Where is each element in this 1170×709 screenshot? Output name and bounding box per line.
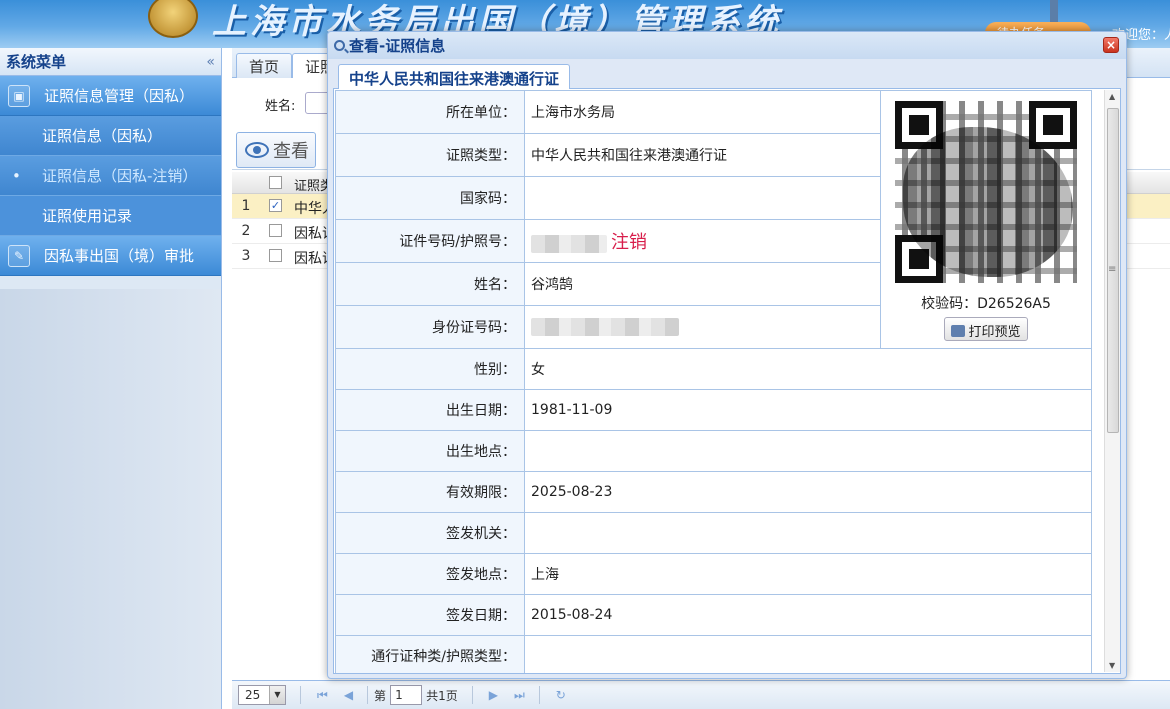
- field-value: 上海: [524, 553, 1092, 595]
- refresh-icon[interactable]: ↻: [556, 688, 566, 702]
- page-prefix: 第: [374, 688, 387, 703]
- qr-panel: 校验码：D26526A5 打印预览: [880, 90, 1092, 349]
- qr-code: [895, 101, 1077, 283]
- scroll-up-icon[interactable]: ▲: [1109, 92, 1115, 101]
- page-input[interactable]: 1: [390, 685, 423, 705]
- field-value: 1981-11-09: [524, 389, 1092, 431]
- field-label: 通行证种类/护照类型：: [335, 635, 525, 673]
- row-number: 2: [241, 223, 251, 239]
- view-button-label: 查看: [273, 141, 309, 162]
- print-preview-button[interactable]: 打印预览: [944, 317, 1028, 341]
- divider: [367, 686, 369, 704]
- image-icon: ▣: [8, 84, 30, 107]
- tab-home[interactable]: 首页: [236, 53, 293, 78]
- sidebar: 系统菜单 « ▣ 证照信息管理（因私） 证照信息（因私） 证照信息（因私-注销）…: [0, 48, 222, 709]
- field-label: 有效期限：: [335, 471, 525, 513]
- first-page-icon[interactable]: ⏮: [317, 688, 328, 703]
- field-label: 姓名：: [335, 262, 525, 306]
- menu-group-passport-info[interactable]: ▣ 证照信息管理（因私）: [0, 76, 221, 116]
- row-number: 1: [241, 198, 251, 214]
- prev-page-icon[interactable]: ◀: [344, 688, 353, 702]
- edit-icon: ✎: [8, 244, 30, 267]
- row-number: 3: [241, 248, 251, 264]
- scroll-down-icon[interactable]: ▼: [1109, 661, 1115, 670]
- field-label: 国家码：: [335, 176, 525, 220]
- menu-item-passport-cancelled[interactable]: 证照信息（因私-注销）: [0, 156, 221, 196]
- menu-item-passport-info[interactable]: 证照信息（因私）: [0, 116, 221, 156]
- menu-group-label: 证照信息管理（因私）: [44, 87, 195, 105]
- select-all-checkbox[interactable]: [269, 176, 282, 189]
- eye-icon: [245, 142, 269, 158]
- field-value: [524, 430, 1092, 472]
- name-label: 姓名:: [265, 99, 296, 114]
- menu-item-label: 证照信息（因私-注销）: [42, 167, 198, 185]
- field-value: 上海市水务局: [524, 90, 881, 134]
- check-code: 校验码：D26526A5: [921, 296, 1051, 312]
- sidebar-header: 系统菜单 «: [0, 48, 221, 76]
- field-label: 所在单位：: [335, 90, 525, 134]
- page-total: 共1页: [426, 688, 458, 703]
- double-chevron-left-icon[interactable]: «: [206, 54, 215, 70]
- dialog-body: 所在单位： 上海市水务局 校验码：D26526A5 打印预览 证照类型： 中华人…: [333, 89, 1121, 674]
- field-label: 证件号码/护照号：: [335, 219, 525, 263]
- close-icon[interactable]: ×: [1103, 37, 1119, 53]
- field-label: 出生日期：: [335, 389, 525, 431]
- field-value: [524, 176, 881, 220]
- field-label: 签发机关：: [335, 512, 525, 554]
- sidebar-empty-area: [0, 289, 221, 709]
- row-checkbox[interactable]: [269, 249, 282, 262]
- id-number-value: [524, 305, 881, 349]
- field-value: 2025-08-23: [524, 471, 1092, 513]
- page-size-select[interactable]: 25 ▼: [238, 685, 286, 705]
- dialog-titlebar: 查看-证照信息: [328, 32, 1126, 59]
- field-value: [524, 635, 1092, 673]
- print-preview-label: 打印预览: [968, 325, 1021, 340]
- field-value: 2015-08-24: [524, 594, 1092, 636]
- row-checkbox[interactable]: ✓: [269, 199, 282, 212]
- field-label: 证照类型：: [335, 133, 525, 177]
- field-value: 谷鸿鹄: [524, 262, 881, 306]
- field-label: 签发日期：: [335, 594, 525, 636]
- redacted-value: [531, 235, 607, 253]
- passport-number-value: 注销: [524, 219, 881, 263]
- cancelled-status: 注销: [611, 232, 647, 253]
- redacted-value: [531, 318, 679, 336]
- field-label: 出生地点：: [335, 430, 525, 472]
- menu-item-label: 证照使用记录: [42, 207, 133, 225]
- emblem-logo: [148, 0, 198, 38]
- menu-group-label: 因私事出国（境）审批: [44, 247, 195, 265]
- menu-group-travel-approval[interactable]: ✎ 因私事出国（境）审批: [0, 236, 221, 276]
- dialog-scrollbar[interactable]: ▲ ≡ ▼: [1104, 90, 1120, 672]
- view-button[interactable]: 查看: [236, 132, 316, 168]
- sidebar-title: 系统菜单: [6, 53, 67, 71]
- dialog-tab-bar: 中华人民共和国往来港澳通行证: [333, 61, 1121, 90]
- field-label: 性别：: [335, 348, 525, 390]
- row-checkbox[interactable]: [269, 224, 282, 237]
- search-icon: [334, 40, 345, 51]
- grip-icon: ≡: [1108, 264, 1117, 275]
- field-value: 女: [524, 348, 1092, 390]
- divider: [471, 686, 473, 704]
- field-value: [524, 512, 1092, 554]
- divider: [300, 686, 301, 704]
- next-page-icon[interactable]: ▶: [489, 688, 498, 702]
- pagination-bar: 25 ▼ ⏮ ◀ 第 1 共1页 ▶ ⏭ ↻: [232, 680, 1170, 709]
- passport-form: 所在单位： 上海市水务局 校验码：D26526A5 打印预览 证照类型： 中华人…: [335, 90, 1092, 673]
- printer-icon: [951, 325, 966, 337]
- field-value: 中华人民共和国往来港澳通行证: [524, 133, 881, 177]
- field-label: 身份证号码：: [335, 305, 525, 349]
- field-label: 签发地点：: [335, 553, 525, 595]
- page-size-value: 25: [245, 688, 261, 702]
- chevron-down-icon[interactable]: ▼: [269, 686, 285, 704]
- divider: [538, 686, 540, 704]
- qr-finder: [1029, 101, 1077, 149]
- last-page-icon[interactable]: ⏭: [514, 688, 525, 703]
- tab-passport-type[interactable]: 中华人民共和国往来港澳通行证: [338, 64, 571, 90]
- view-passport-dialog: 查看-证照信息 × 中华人民共和国往来港澳通行证 所在单位： 上海市水务局 校验…: [327, 31, 1127, 679]
- dialog-title: 查看-证照信息: [349, 37, 446, 55]
- menu-item-label: 证照信息（因私）: [42, 127, 163, 145]
- menu-item-usage-record[interactable]: 证照使用记录: [0, 196, 221, 236]
